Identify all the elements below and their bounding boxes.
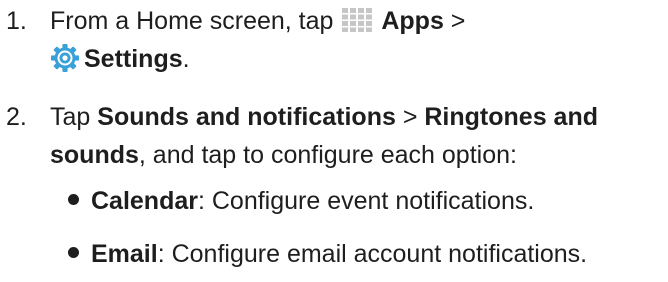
option-email: Email: Configure email account notificat… [68, 235, 668, 273]
option-calendar: Calendar: Configure event notifications. [68, 182, 668, 220]
step-number: 2. [6, 103, 27, 131]
bullet-icon [68, 247, 79, 258]
step-1-line-2: Settings. [50, 40, 664, 78]
ringtones-label: Ringtones and [424, 103, 598, 131]
period: . [182, 45, 190, 73]
step-2-line-2: sounds, and tap to configure each option… [50, 136, 664, 174]
ringtones-label-cont: sounds [50, 141, 139, 169]
separator: > [443, 7, 466, 35]
option-name: Calendar [91, 187, 198, 215]
step-body: Tap Sounds and notifications > Ringtones… [50, 98, 664, 174]
step-body: From a Home screen, tap Apps > Settings. [50, 2, 664, 78]
step-1-line-1: From a Home screen, tap Apps > [50, 2, 664, 40]
apps-grid-icon [342, 5, 373, 32]
step-text: Tap [50, 103, 98, 131]
apps-label: Apps [381, 7, 444, 35]
step-2-line-1: Tap Sounds and notifications > Ringtones… [50, 98, 664, 136]
option-desc: : Configure email account notifications. [157, 240, 588, 268]
settings-gear-icon [50, 43, 80, 73]
separator: > [395, 103, 425, 131]
settings-label: Settings [84, 45, 183, 73]
bullet-icon [68, 194, 79, 205]
sounds-label: Sounds and notifications [97, 103, 396, 131]
step-text: , and tap to configure each option: [138, 141, 517, 169]
step-text: From a Home screen, tap [50, 7, 341, 35]
option-name: Email [91, 240, 158, 268]
option-desc: : Configure event notifications. [197, 187, 535, 215]
step-number: 1. [6, 7, 27, 35]
